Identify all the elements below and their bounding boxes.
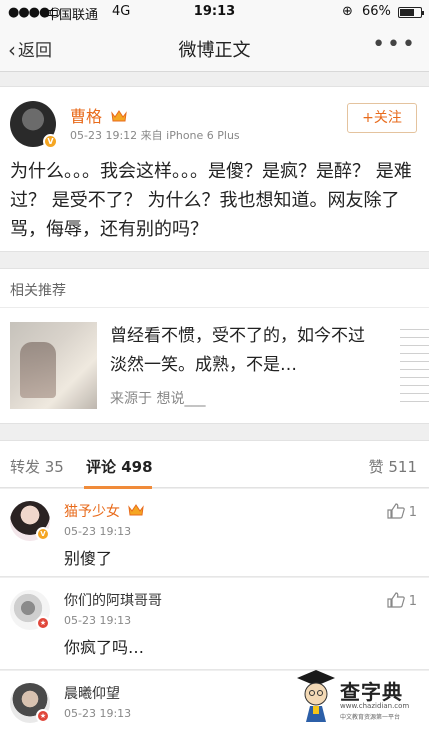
related-header-label: 相关推荐 [10,283,66,299]
verified-badge-icon: V [43,134,58,149]
more-button[interactable]: ••• [372,32,417,57]
related-text: 曾经看不惯，受不了的，如今不过淡然一笑。成熟，不是… [110,326,365,375]
commenter-name[interactable]: 晨曦仰望 [64,683,120,703]
tab-comment[interactable]: 评论 498 [86,456,153,477]
verified-badge-icon: V [36,527,50,541]
thumbs-up-icon [387,592,405,608]
battery-icon [398,7,424,18]
post-meta: 05-23 19:12 来自 iPhone 6 Plus [70,129,240,142]
comment-text: 别傻了 [64,549,113,568]
comment-like-count: 1 [408,594,417,609]
related-source: 来源于 想说___ [110,391,206,407]
tab-repost[interactable]: 转发 35 [10,456,64,477]
member-badge-icon: ★ [36,709,50,723]
vip-crown-icon [111,110,127,122]
thumbs-up-icon [387,503,405,519]
comment-time: 05-23 19:13 [64,525,132,538]
author-name-text: 曹格 [70,107,103,126]
chazidian-watermark: 查字典 www.chazidian.com 中文教育资源第一平台 [296,668,426,728]
comment-item: ★ 你们的阿琪哥哥 05-23 19:13 你疯了吗… 1 [0,578,429,670]
author-name[interactable]: 曹格 [70,103,127,127]
battery-percent: 66% [362,4,391,19]
related-next-preview [400,322,429,409]
watermark-title: 查字典 [340,680,403,704]
author-avatar[interactable]: V [10,101,58,149]
mascot-logo-icon [297,670,335,722]
follow-button[interactable]: +关注 [347,103,417,133]
rotation-lock-icon: ⊕ [342,4,353,19]
commenter-name[interactable]: 猫予少女 [64,501,145,521]
related-thumbnail [10,322,97,409]
comment-like-count: 1 [408,505,417,520]
status-bar: ●●●●○ 中国联通 4G 19:13 ⊕ 66% [0,0,429,24]
comment-time: 05-23 19:13 [64,614,132,627]
vip-crown-icon [128,504,145,516]
related-header: 相关推荐 [0,268,429,308]
watermark-url: www.chazidian.com [340,702,410,710]
post-text: 为什么。。。我会这样。。。是傻？是疯？是醉？ 是难过？ 是受不了？ 为什么？我也… [10,161,412,240]
commenter-name-text: 猫予少女 [64,504,120,520]
comment-tabs: 转发 35 评论 498 赞 511 [0,440,429,489]
member-badge-icon: ★ [36,616,50,630]
comment-text: 你疯了吗… [64,638,145,657]
comment-like-button[interactable]: 1 [387,592,417,609]
commenter-name[interactable]: 你们的阿琪哥哥 [64,590,162,610]
watermark-subtitle: 中文教育资源第一平台 [340,714,401,721]
weibo-post: V 曹格 05-23 19:12 来自 iPhone 6 Plus +关注 为什… [0,86,429,252]
nav-bar: ‹ 返回 微博正文 ••• [0,24,429,72]
related-card[interactable]: 曾经看不惯，受不了的，如今不过淡然一笑。成熟，不是… 来源于 想说___ [0,308,429,424]
comment-like-button[interactable]: 1 [387,503,417,520]
page-title: 微博正文 [178,40,251,61]
comment-item: V 猫予少女 05-23 19:13 别傻了 1 [0,489,429,577]
comment-time: 05-23 19:13 [64,707,132,720]
tab-like[interactable]: 赞 511 [369,456,417,477]
